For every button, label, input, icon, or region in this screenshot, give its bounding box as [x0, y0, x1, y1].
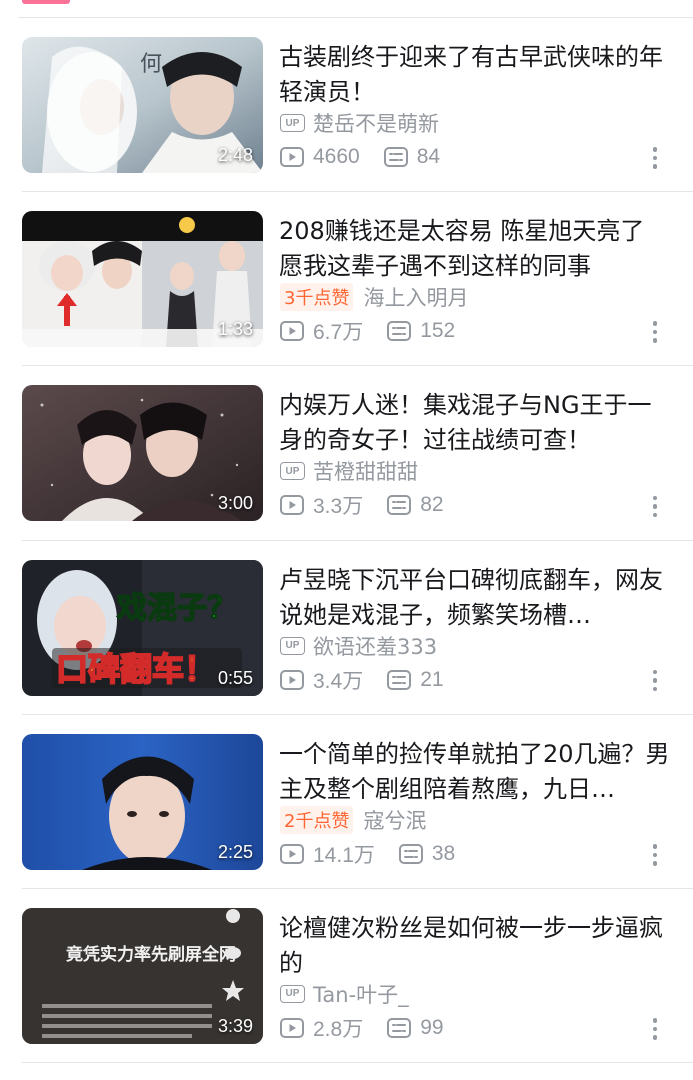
play-count-icon [280, 321, 304, 342]
video-meta: 2千点赞 寇兮泯 [280, 805, 426, 835]
thumb-overlay-text: 戏混子？ [116, 591, 237, 626]
video-card[interactable]: 3:00 内娱万人迷！集戏混子与NG王于一身的奇女子！过往战绩可查！ UP 苦橙… [0, 366, 693, 541]
video-stats: 2.8万 99 [280, 1014, 468, 1042]
more-vertical-icon[interactable] [646, 492, 664, 520]
video-meta: UP 苦橙甜甜甜 [280, 457, 418, 485]
top-bar [0, 0, 693, 18]
video-card[interactable]: 何 2:48 古装剧终于迎来了有古早武侠味的年轻演员！ UP 楚岳不是萌新 46… [0, 18, 693, 193]
thumb-overlay-text: 竟凭实力率先刷屏全网 [66, 944, 236, 965]
danmaku-count: 38 [431, 841, 456, 865]
play-count-icon [280, 1017, 304, 1038]
video-duration: 0:55 [217, 667, 253, 688]
video-thumbnail[interactable]: 戏混子？ 口碑翻车！ 0:55 [22, 559, 263, 696]
thumb-overlay-text: 口碑翻车！ [56, 650, 216, 688]
danmaku-count-icon [387, 321, 412, 342]
video-thumbnail[interactable]: 2:25 [22, 733, 263, 870]
more-vertical-icon[interactable] [646, 841, 664, 869]
video-duration: 1:33 [217, 319, 253, 340]
uploader-name[interactable]: Tan-叶子_ [313, 979, 409, 1009]
video-duration: 3:00 [217, 493, 253, 514]
danmaku-count-icon [383, 147, 408, 167]
video-stats: 6.7万 152 [280, 317, 479, 345]
uploader-name[interactable]: 欲语还羞333 [313, 631, 437, 661]
danmaku-count-icon [398, 843, 423, 864]
play-count-icon [280, 843, 304, 864]
danmaku-count: 21 [420, 667, 444, 691]
danmaku-count: 99 [420, 1015, 444, 1039]
video-thumbnail[interactable]: 何 2:48 [22, 37, 263, 173]
view-count: 3.4万 [313, 669, 364, 693]
danmaku-count: 152 [420, 319, 456, 343]
video-duration: 2:25 [217, 841, 253, 862]
video-meta: UP 楚岳不是萌新 [280, 109, 439, 137]
view-count: 3.3万 [313, 495, 364, 519]
video-duration: 2:48 [217, 145, 253, 165]
uploader-name[interactable]: 苦橙甜甜甜 [313, 456, 418, 486]
more-vertical-icon[interactable] [646, 1015, 664, 1043]
uploader-name[interactable]: 寇兮泯 [363, 805, 426, 835]
play-count-icon [280, 147, 304, 167]
tab-indicator [22, 0, 70, 4]
more-vertical-icon[interactable] [646, 318, 664, 346]
video-title[interactable]: 一个简单的捡传单就拍了20几遍？男主及整个剧组陪着熬鹰，九日… [279, 737, 674, 807]
video-card[interactable]: 2:25 一个简单的捡传单就拍了20几遍？男主及整个剧组陪着熬鹰，九日… 2千点… [0, 715, 693, 890]
danmaku-count-icon [387, 669, 412, 690]
more-vertical-icon[interactable] [646, 144, 664, 172]
svg-text:何: 何 [140, 52, 162, 77]
video-meta: 3千点赞 海上入明月 [280, 282, 468, 312]
uploader-name[interactable]: 楚岳不是萌新 [313, 108, 439, 138]
play-count-icon [280, 669, 304, 690]
like-count-badge: 2千点赞 [280, 805, 354, 834]
video-title[interactable]: 论檀健次粉丝是如何被一步一步逼疯的 [279, 911, 674, 981]
video-thumbnail[interactable]: 竟凭实力率先刷屏全网 3:39 [22, 907, 263, 1044]
up-badge-icon: UP [280, 984, 305, 1003]
video-thumbnail[interactable]: 1:33 [22, 211, 263, 348]
view-count: 6.7万 [313, 321, 364, 345]
video-card[interactable]: 1:33 208赚钱还是太容易 陈星旭天亮了 愿我这辈子遇不到这样的同事 3千点… [0, 192, 693, 367]
video-duration: 3:39 [217, 1015, 253, 1036]
like-count-badge: 3千点赞 [280, 283, 354, 312]
uploader-name[interactable]: 海上入明月 [363, 282, 468, 312]
up-badge-icon: UP [280, 636, 305, 655]
danmaku-count: 84 [416, 145, 441, 168]
video-thumbnail[interactable]: 3:00 [22, 385, 263, 522]
danmaku-count-icon [387, 1017, 412, 1038]
view-count: 14.1万 [313, 843, 375, 867]
video-card[interactable]: 竟凭实力率先刷屏全网 3:39 论檀健次粉丝是如何被一步一步逼疯的 UP Tan… [0, 889, 693, 1064]
danmaku-count-icon [387, 495, 412, 516]
video-meta: UP Tan-叶子_ [280, 980, 409, 1008]
video-title[interactable]: 内娱万人迷！集戏混子与NG王于一身的奇女子！过往战绩可查！ [279, 388, 674, 458]
video-title[interactable]: 古装剧终于迎来了有古早武侠味的年轻演员！ [279, 40, 674, 110]
danmaku-count: 82 [420, 493, 444, 517]
view-count: 2.8万 [313, 1017, 364, 1041]
up-badge-icon: UP [280, 114, 305, 132]
video-meta: UP 欲语还羞333 [280, 632, 437, 660]
video-stats: 14.1万 38 [280, 840, 479, 868]
video-stats: 3.3万 82 [280, 491, 468, 519]
view-count: 4660 [313, 145, 360, 168]
play-count-icon [280, 495, 304, 516]
video-stats: 4660 84 [280, 143, 464, 171]
up-badge-icon: UP [280, 462, 305, 481]
video-card[interactable]: 戏混子？ 口碑翻车！ 0:55 卢昱晓下沉平台口碑彻底翻车，网友说她是戏混子，频… [0, 541, 693, 715]
video-stats: 3.4万 21 [280, 666, 468, 694]
video-title[interactable]: 卢昱晓下沉平台口碑彻底翻车，网友说她是戏混子，频繁笑场槽… [279, 563, 674, 633]
video-feed: 何 2:48 古装剧终于迎来了有古早武侠味的年轻演员！ UP 楚岳不是萌新 46… [0, 18, 693, 1064]
video-title[interactable]: 208赚钱还是太容易 陈星旭天亮了 愿我这辈子遇不到这样的同事 [279, 214, 674, 284]
more-vertical-icon[interactable] [646, 667, 664, 695]
